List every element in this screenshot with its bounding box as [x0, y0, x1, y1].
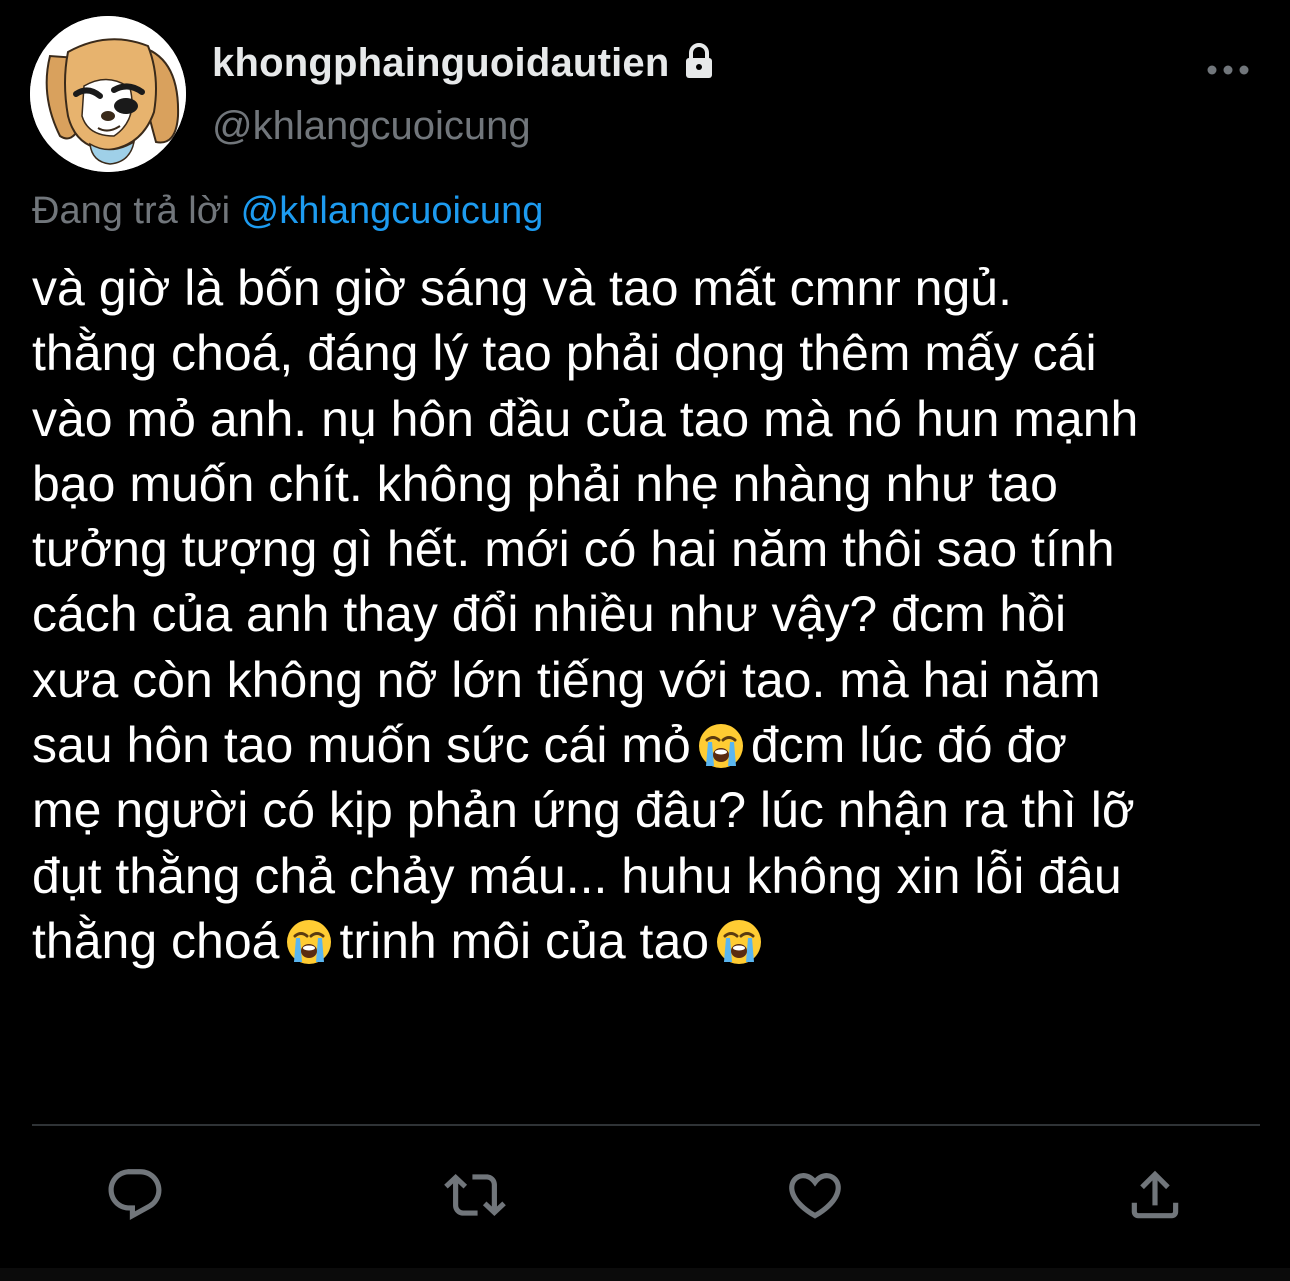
tweet-text: và giờ là bốn giờ sáng và tao mất cmnr n…	[32, 256, 1280, 974]
tweet-text-segment: đcm lúc đó đơ	[750, 717, 1068, 774]
display-name[interactable]: khongphainguoidautien	[212, 41, 669, 86]
tweet-text-line: sau hôn tao muốn sức cái mỏ đcm lúc đó đơ	[32, 713, 1280, 778]
share-icon	[1131, 1170, 1179, 1219]
tweet-text-line: vào mỏ anh. nụ hôn đầu của tao mà nó hun…	[32, 390, 1139, 447]
share-button[interactable]	[1120, 1160, 1190, 1230]
tweet-text-line: thằng choá, đáng lý tao phải dọng thêm m…	[32, 325, 1097, 382]
tweet-text-segment: trinh môi của tao	[339, 912, 710, 969]
replying-to-row: Đang trả lời @khlangcuoicung	[32, 190, 543, 233]
tweet-text-line: cách của anh thay đổi nhiều như vậy? đcm…	[32, 586, 1067, 643]
dog-avatar-illustration	[30, 16, 186, 172]
tweet-text-line: đụt thằng chả chảy máu... huhu không xin…	[32, 847, 1122, 904]
retweet-icon	[444, 1174, 506, 1216]
tweet-text-segment: thằng choá	[32, 912, 280, 969]
reply-icon	[108, 1169, 162, 1221]
avatar[interactable]	[30, 16, 186, 172]
loudly-crying-face-icon	[715, 917, 763, 965]
tweet-text-line: mẹ người có kịp phản ứng đâu? lúc nhận r…	[32, 782, 1135, 839]
more-horizontal-icon[interactable]	[1200, 52, 1256, 88]
heart-icon	[789, 1173, 841, 1219]
lock-icon	[679, 41, 719, 81]
replying-to-mention[interactable]: @khlangcuoicung	[241, 190, 544, 232]
retweet-button[interactable]	[440, 1160, 510, 1230]
tweet-text-line: xưa còn không nỡ lớn tiếng với tao. mà h…	[32, 651, 1101, 708]
bottom-bar	[0, 1268, 1290, 1281]
tweet-detail: khongphainguoidautien @khlangcuoicung Đa…	[0, 0, 1290, 1281]
loudly-crying-face-icon	[285, 917, 333, 965]
display-name-row: khongphainguoidautien	[212, 38, 719, 88]
tweet-text-line: thằng choá trinh môi của tao	[32, 909, 1280, 974]
user-handle[interactable]: @khlangcuoicung	[212, 104, 531, 149]
tweet-text-line: và giờ là bốn giờ sáng và tao mất cmnr n…	[32, 260, 1012, 316]
reply-button[interactable]	[100, 1160, 170, 1230]
tweet-text-line: tưởng tượng gì hết. mới có hai năm thôi …	[32, 521, 1115, 578]
loudly-crying-face-icon	[697, 721, 745, 769]
tweet-text-line: bạo muốn chít. không phải nhẹ nhàng như …	[32, 455, 1058, 512]
action-bar	[0, 1160, 1290, 1230]
tweet-text-segment: sau hôn tao muốn sức cái mỏ	[32, 717, 691, 774]
like-button[interactable]	[780, 1160, 850, 1230]
action-bar-divider	[32, 1124, 1260, 1126]
replying-to-label: Đang trả lời	[32, 190, 231, 232]
